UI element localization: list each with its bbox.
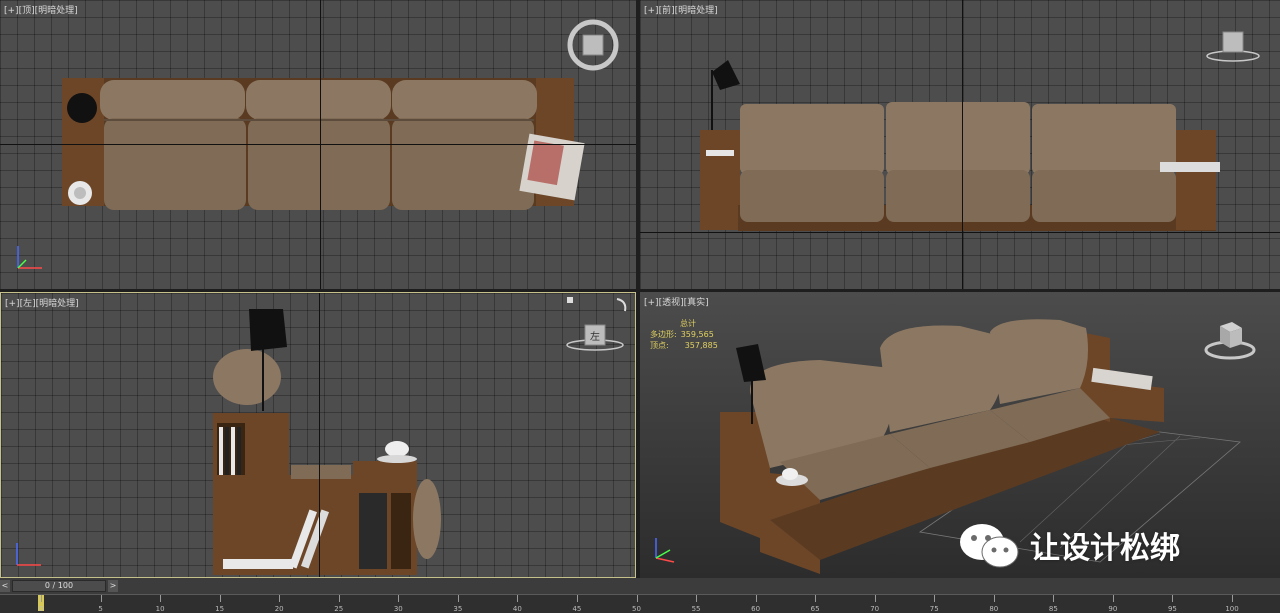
timeline-tick bbox=[160, 595, 162, 602]
axis-horizontal bbox=[640, 232, 1280, 233]
sofa-front-view[interactable] bbox=[640, 0, 1280, 289]
viewcube-perspective[interactable] bbox=[1202, 318, 1258, 362]
viewcube-face-label: 左 bbox=[590, 330, 600, 343]
wechat-icon bbox=[960, 524, 1019, 568]
timeline-tick bbox=[100, 595, 102, 602]
axis-tripod-icon bbox=[655, 538, 675, 563]
viewport-left-label[interactable]: [+][左][明暗处理] bbox=[5, 296, 79, 309]
stats-header: 总计 bbox=[680, 319, 696, 328]
viewcube-front[interactable] bbox=[1206, 26, 1260, 66]
polys-value: 359,565 bbox=[680, 330, 714, 339]
timeline-tick bbox=[993, 595, 995, 602]
timeline-tick bbox=[1232, 595, 1233, 602]
timeline-tick bbox=[934, 595, 936, 602]
verts-value: 357,885 bbox=[684, 341, 718, 350]
timeline-tick bbox=[874, 595, 876, 602]
timeline-tick bbox=[41, 595, 42, 602]
prev-frame-button[interactable]: < bbox=[0, 580, 10, 592]
timeline-tick bbox=[1112, 595, 1114, 602]
timeline-tick bbox=[1053, 595, 1055, 602]
time-slider[interactable]: < 0 / 100 > bbox=[0, 580, 118, 592]
watermark: 让设计松绑 bbox=[958, 520, 1180, 570]
timeline-panel: < 0 / 100 > 0 5 10 15 20 25 30 35 40 45 50 55 60 65 70… bbox=[0, 578, 1280, 613]
timeline-tick bbox=[815, 595, 817, 602]
axis-tripod-icon bbox=[17, 246, 42, 269]
timeline-tick bbox=[219, 595, 221, 602]
viewcube-left[interactable]: 左 bbox=[563, 295, 633, 355]
axis-vertical bbox=[320, 0, 321, 289]
viewport-left[interactable]: [+][左][明暗处理] 左 bbox=[0, 292, 636, 578]
timeline-tick bbox=[457, 595, 459, 602]
viewport-front-label[interactable]: [+][前][明暗处理] bbox=[644, 3, 718, 16]
axis-horizontal bbox=[0, 144, 636, 145]
timeline-tick bbox=[398, 595, 400, 602]
frame-display[interactable]: 0 / 100 bbox=[12, 580, 106, 592]
timeline-tick bbox=[1172, 595, 1174, 602]
timeline-tick bbox=[755, 595, 757, 602]
timeline-tick bbox=[696, 595, 698, 602]
scene-statistics: 总计 多边形: 359,565 顶点: 357,885 bbox=[650, 318, 718, 351]
axis-vertical bbox=[319, 293, 320, 577]
axis-vertical bbox=[962, 0, 963, 289]
timeline-tick bbox=[636, 595, 638, 602]
verts-label: 顶点: bbox=[650, 341, 669, 350]
next-frame-button[interactable]: > bbox=[108, 580, 118, 592]
viewport-top-label[interactable]: [+][顶][明暗处理] bbox=[4, 3, 78, 16]
timeline-tick bbox=[338, 595, 340, 602]
viewcube-top[interactable] bbox=[566, 18, 620, 72]
timeline-tick bbox=[279, 595, 281, 602]
polys-label: 多边形: bbox=[650, 330, 677, 339]
timeline-tick bbox=[517, 595, 519, 602]
axis-tripod-icon bbox=[16, 543, 41, 566]
viewport-perspective-label[interactable]: [+][透视][真实] bbox=[644, 295, 709, 308]
viewport-front[interactable]: [+][前][明暗处理] bbox=[640, 0, 1280, 289]
timeline-tick bbox=[576, 595, 578, 602]
timeline-ruler[interactable]: 0 5 10 15 20 25 30 35 40 45 50 55 60 65 70 75 80 85 90 95 10… bbox=[0, 594, 1280, 613]
watermark-text: 让设计松绑 bbox=[1030, 531, 1180, 566]
viewport-top[interactable]: [+][顶][明暗处理] bbox=[0, 0, 636, 289]
